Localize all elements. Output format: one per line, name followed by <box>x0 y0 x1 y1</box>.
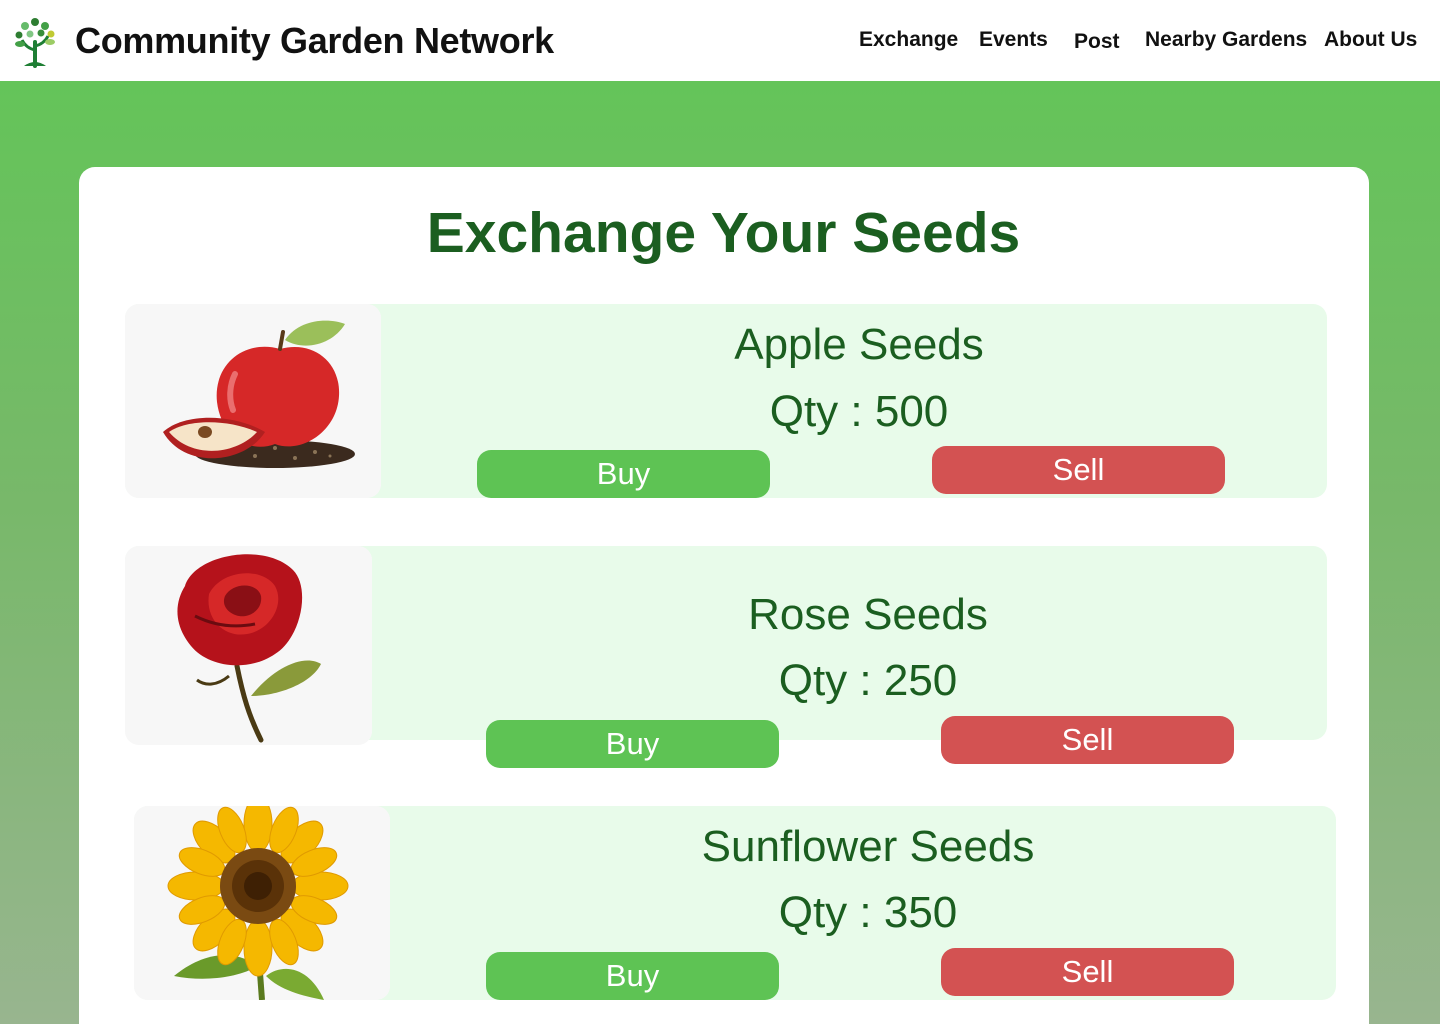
top-header: Community Garden Network Exchange Events… <box>0 0 1440 81</box>
seed-name: Apple Seeds <box>734 320 984 369</box>
page-title: Exchange Your Seeds <box>426 201 1021 265</box>
buy-button[interactable]: Buy <box>486 952 779 1000</box>
seed-name: Rose Seeds <box>748 590 988 639</box>
sell-button[interactable]: Sell <box>941 948 1234 996</box>
sunflower-image <box>134 806 390 1000</box>
seed-qty: Qty : 500 <box>769 387 949 436</box>
sell-button[interactable]: Sell <box>941 716 1234 764</box>
seed-qty: Qty : 250 <box>778 656 958 705</box>
nav-exchange[interactable]: Exchange <box>859 28 958 52</box>
nav-post[interactable]: Post <box>1074 30 1120 54</box>
nav-about-us[interactable]: About Us <box>1324 28 1417 52</box>
buy-button[interactable]: Buy <box>486 720 779 768</box>
seed-qty: Qty : 350 <box>778 888 958 937</box>
site-title[interactable]: Community Garden Network <box>75 20 554 62</box>
rose-image <box>125 546 372 745</box>
apple-image <box>125 304 381 498</box>
sell-button[interactable]: Sell <box>932 446 1225 494</box>
seed-name: Sunflower Seeds <box>701 822 1035 871</box>
nav-events[interactable]: Events <box>979 28 1048 52</box>
nav-nearby-gardens[interactable]: Nearby Gardens <box>1145 28 1307 52</box>
tree-icon[interactable] <box>12 14 58 68</box>
buy-button[interactable]: Buy <box>477 450 770 498</box>
